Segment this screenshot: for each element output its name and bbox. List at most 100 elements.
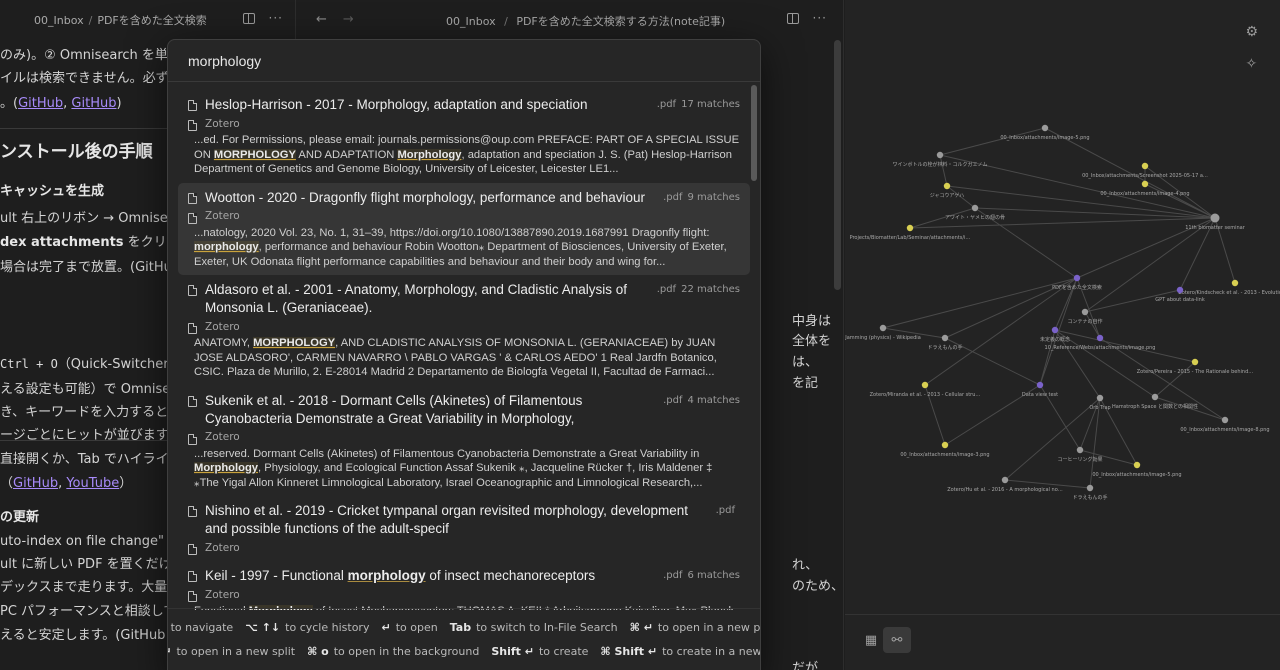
result-title: Wootton - 2020 - Dragonfly flight morpho… (205, 189, 645, 205)
graph-node[interactable] (1133, 461, 1141, 469)
graph-node[interactable] (1036, 381, 1044, 389)
hint-key: ⌘ o (307, 645, 329, 658)
results-scrollbar[interactable] (751, 85, 757, 181)
result-excerpt: ...reserved. Dormant Cells (Akinetes) of… (188, 447, 740, 491)
result-title: Sukenik et al. - 2018 - Dormant Cells (A… (205, 392, 583, 426)
forward-arrow-icon[interactable]: → (343, 12, 354, 27)
breadcrumb-folder[interactable]: 00_Inbox (34, 14, 84, 27)
search-result-item[interactable]: Wootton - 2020 - Dragonfly flight morpho… (178, 182, 750, 275)
graph-node[interactable] (941, 334, 949, 342)
graph-node[interactable] (971, 204, 979, 212)
github-link[interactable]: GitHub (18, 96, 63, 111)
search-result-item[interactable]: Nishino et al. - 2019 - Cricket tympanal… (178, 496, 750, 561)
gear-icon[interactable]: ⚙ (1245, 24, 1258, 40)
graph-node[interactable] (1210, 213, 1220, 223)
inline-code: Ctrl + O (0, 357, 58, 371)
bold-text: キャッシュを生成 (0, 184, 105, 199)
graph-node[interactable] (1051, 326, 1059, 334)
github-link[interactable]: GitHub (71, 96, 116, 111)
more-options-icon[interactable]: ··· (269, 12, 283, 24)
graph-edge (1154, 361, 1196, 398)
main-scrollbar[interactable] (834, 40, 841, 290)
graph-node[interactable] (936, 151, 944, 159)
graph-node[interactable] (1231, 279, 1239, 287)
omnisearch-modal: Heslop-Harrison - 2017 - Morphology, ada… (167, 39, 761, 670)
magic-wand-icon[interactable]: ✧ (1245, 56, 1258, 72)
text: （ (0, 476, 14, 491)
reading-view-icon[interactable] (786, 13, 799, 24)
pdf-file-icon (188, 506, 197, 517)
pdf-file-icon (188, 192, 197, 204)
hint-key: ↵ (381, 621, 391, 634)
note-line: ult 右上のリボン → Omnisea (0, 211, 176, 226)
graph-node[interactable] (1221, 416, 1229, 424)
graph-edge (1084, 311, 1101, 339)
note-line: 直接開くか、Tab でハイライ (0, 452, 169, 467)
hint-key: Shift ↵ (491, 645, 534, 658)
match-count: 4 matches (687, 394, 740, 406)
graph-node[interactable] (1151, 393, 1159, 401)
graph-node[interactable] (1081, 308, 1089, 316)
graph-node[interactable] (1141, 162, 1149, 170)
file-extension: .pdf (663, 191, 683, 203)
hint-label: to create (538, 645, 589, 658)
github-link[interactable]: GitHub (13, 476, 58, 491)
search-result-item[interactable]: Heslop-Harrison - 2017 - Morphology, ada… (178, 90, 750, 183)
graph-node[interactable] (1041, 124, 1049, 132)
note-line: 場合は完了まで放置。(GitHub (0, 260, 181, 275)
search-result-item[interactable]: Sukenik et al. - 2018 - Dormant Cells (A… (178, 386, 750, 497)
graph-node[interactable] (879, 324, 887, 332)
graph-node[interactable] (1096, 334, 1104, 342)
calendar-icon[interactable]: ▦ (857, 627, 885, 653)
bold-text: の更新 (0, 510, 40, 525)
breadcrumb-folder[interactable]: 00_Inbox (446, 15, 496, 28)
result-title-row: Sukenik et al. - 2018 - Dormant Cells (A… (188, 392, 740, 428)
graph-node[interactable] (943, 182, 951, 190)
note-line: える設定も可能）で Omnisea (0, 382, 179, 397)
graph-node-label: 11th biomatter seminar (1185, 225, 1245, 231)
back-arrow-icon[interactable]: ← (316, 12, 327, 27)
graph-node[interactable] (921, 381, 929, 389)
breadcrumb-note[interactable]: PDFを含めた全文検索する方法(note記事) (516, 15, 725, 28)
graph-node[interactable] (1141, 180, 1149, 188)
result-excerpt: ...ed. For Permissions, please email: jo… (188, 133, 740, 177)
hint-label: to open in a new split (176, 645, 296, 658)
breadcrumb-note[interactable]: PDFを含めた全文検索 (97, 12, 206, 28)
folder-icon (188, 433, 197, 445)
text: 。( (0, 96, 19, 111)
graph-edge (1039, 277, 1078, 386)
reading-view-icon[interactable] (242, 13, 255, 24)
folder-name: Zotero (205, 210, 240, 222)
graph-node[interactable] (1176, 286, 1184, 294)
graph-node-label: GPT about data-link (1155, 297, 1205, 303)
hint-label: to create in a new pane (662, 645, 761, 658)
excerpt-highlight: MORPHOLOGY (213, 148, 296, 161)
search-result-item[interactable]: Aldasoro et al. - 2001 - Anatomy, Morpho… (178, 275, 750, 386)
link-icon[interactable]: ⚯ (883, 627, 911, 653)
graph-node-label: Jamming (physics) - Wikipedia (845, 335, 921, 341)
graph-node[interactable] (1073, 274, 1081, 282)
graph-node-label: PDFを含めた全文検索 (1052, 284, 1102, 291)
graph-node[interactable] (941, 441, 949, 449)
graph-node-label: 00_Inbox/attachments/Screenshot 2025-05-… (1082, 173, 1208, 179)
result-folder: Zotero (188, 319, 740, 334)
youtube-link[interactable]: YouTube (66, 476, 119, 491)
graph-node-label: 00_Inbox/attachments/image-8.png (1180, 427, 1269, 433)
graph-node[interactable] (1086, 484, 1094, 492)
graph-node[interactable] (1191, 358, 1199, 366)
excerpt-text: ...natology, 2020 Vol. 23, No. 1, 31–39,… (194, 226, 710, 239)
body-text-fragment: 中身は (792, 314, 832, 329)
hint-label: to open in the background (333, 645, 480, 658)
graph-canvas[interactable]: 00_Inbox/attachments/image-5.png ワインボトルの栓… (845, 0, 1280, 614)
graph-node[interactable] (1076, 446, 1084, 454)
graph-node[interactable] (906, 224, 914, 232)
file-extension: .pdf (663, 394, 683, 406)
search-result-item[interactable]: Keil - 1997 - Functional morphology of i… (178, 561, 750, 610)
keyboard-hint: Tab to switch to In-File Search (450, 621, 618, 634)
graph-node[interactable] (1096, 394, 1104, 402)
graph-node[interactable] (1001, 476, 1009, 484)
more-options-icon[interactable]: ··· (813, 12, 827, 24)
search-input[interactable] (168, 40, 760, 82)
result-title: Aldasoro et al. - 2001 - Anatomy, Morpho… (205, 282, 627, 315)
result-meta: .pdf 22 matches (657, 284, 740, 295)
